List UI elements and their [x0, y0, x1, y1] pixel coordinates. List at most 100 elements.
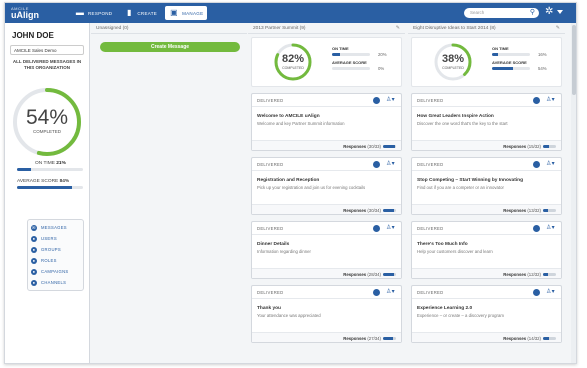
globe-icon[interactable]	[533, 289, 540, 296]
assign-user-icon[interactable]: ♙▾	[386, 224, 395, 231]
responses-bar-fill	[543, 337, 549, 340]
responses-text: Responses (30/34)	[343, 208, 381, 213]
message-description: Find out if you are a competer or an inn…	[417, 185, 504, 190]
column-header: Eight Disruptive Ideas to Start 2014 (8)…	[408, 23, 565, 34]
sidebar-item-campaigns[interactable]: ● CAMPAIGNS	[28, 266, 83, 277]
globe-icon[interactable]	[373, 161, 380, 168]
assign-user-icon[interactable]: ♙▾	[546, 224, 555, 231]
org-avg-score-bar-fill	[17, 186, 73, 189]
message-card[interactable]: DELIVERED ♙▾ There's Too Much Info Help y…	[411, 221, 562, 279]
assign-user-icon[interactable]: ♙▾	[386, 160, 395, 167]
assign-user-icon[interactable]: ♙▾	[546, 160, 555, 167]
app-logo[interactable]: AMCILE uAlign	[5, 6, 67, 20]
on-time-bar	[332, 53, 370, 56]
on-time-value: 20%	[378, 52, 387, 57]
responses-count: (14/32)	[527, 336, 541, 341]
card-header: DELIVERED ♙▾	[412, 158, 561, 171]
sidebar: JOHN DOE AMCILE Sales Demo ALL DELIVERED…	[5, 23, 90, 363]
responses-label: Responses	[343, 208, 367, 213]
nav-respond[interactable]: ▬ RESPOND	[71, 6, 116, 20]
sidebar-item-messages[interactable]: ✉ MESSAGES	[28, 222, 83, 233]
avg-score-bar-fill	[492, 67, 513, 70]
responses-bar-fill	[543, 145, 550, 148]
organization-select[interactable]: AMCILE Sales Demo	[10, 45, 84, 55]
create-message-button[interactable]: Create Message	[100, 42, 240, 52]
nav-manage[interactable]: ▣ MANAGE	[165, 6, 208, 20]
sidebar-item-label: CAMPAIGNS	[41, 269, 69, 274]
globe-icon[interactable]	[533, 97, 540, 104]
status-badge: DELIVERED	[257, 289, 284, 295]
message-card[interactable]: DELIVERED ♙▾ Experience Learning 2.0 Expe…	[411, 285, 562, 343]
card-header: DELIVERED ♙▾	[412, 94, 561, 107]
assign-user-icon[interactable]: ♙▾	[386, 288, 395, 295]
org-avg-score-bar	[17, 186, 83, 189]
nav-manage-label: MANAGE	[182, 10, 204, 16]
sidebar-item-users[interactable]: ● USERS	[28, 233, 83, 244]
responses-row: Responses (28/34)	[252, 268, 401, 278]
nav-create-label: CREATE	[137, 10, 158, 16]
message-description: Experience – or create – a discovery pro…	[417, 313, 504, 318]
sidebar-item-roles[interactable]: ● ROLES	[28, 255, 83, 266]
status-badge: DELIVERED	[417, 161, 444, 167]
responses-row: Responses (15/32)	[412, 140, 561, 150]
campaign-completed-percent: 38%	[441, 53, 465, 65]
globe-icon[interactable]	[533, 225, 540, 232]
message-title: Stop Competing – Start Winning by Innova…	[417, 178, 524, 183]
org-on-time-bar	[17, 168, 83, 171]
globe-icon[interactable]	[373, 97, 380, 104]
responses-row: Responses (12/32)	[412, 268, 561, 278]
status-badge: DELIVERED	[257, 161, 284, 167]
card-header: DELIVERED ♙▾	[412, 222, 561, 235]
status-badge: DELIVERED	[257, 97, 284, 103]
responses-row: Responses (14/32)	[412, 332, 561, 342]
message-card[interactable]: DELIVERED ♙▾ Thank you Your attendance wa…	[251, 285, 402, 343]
responses-bar-fill	[543, 273, 548, 276]
avg-score-value: 54%	[538, 66, 547, 71]
responses-label: Responses	[503, 272, 527, 277]
status-badge: DELIVERED	[257, 225, 284, 231]
message-card[interactable]: DELIVERED ♙▾ How Great Leaders Inspire Ac…	[411, 93, 562, 151]
sidebar-item-groups[interactable]: ● GROUPS	[28, 244, 83, 255]
scrollbar-thumb[interactable]	[572, 25, 576, 95]
nav-create[interactable]: ▮ CREATE	[120, 6, 161, 20]
globe-icon[interactable]	[373, 225, 380, 232]
responses-count: (30/34)	[367, 208, 381, 213]
logo-product: uAlign	[11, 9, 39, 20]
gear-icon[interactable]: ✲	[545, 6, 553, 18]
responses-row: Responses (30/33)	[252, 140, 401, 150]
message-description: Discover the one word that's the key to …	[417, 121, 508, 126]
message-card[interactable]: DELIVERED ♙▾ Dinner Details Information r…	[251, 221, 402, 279]
column-header: Unassigned (0)	[91, 23, 247, 34]
responses-text: Responses (28/34)	[343, 272, 381, 277]
org-avg-score-label: AVERAGE SCORE	[17, 179, 59, 184]
chevron-down-icon[interactable]	[557, 10, 563, 14]
vertical-scrollbar[interactable]	[571, 23, 576, 363]
edit-icon[interactable]: ✎	[396, 25, 400, 31]
sidebar-item-channels[interactable]: ● CHANNELS	[28, 277, 83, 288]
avg-score-label: AVERAGE SCORE	[492, 60, 527, 65]
on-time-bar-fill	[332, 53, 340, 56]
edit-icon[interactable]: ✎	[556, 25, 560, 31]
campaign-icon: ●	[31, 268, 37, 275]
channel-icon: ●	[31, 279, 37, 286]
assign-user-icon[interactable]: ♙▾	[546, 96, 555, 103]
column-title: Unassigned (0)	[96, 25, 129, 31]
globe-icon[interactable]	[373, 289, 380, 296]
message-card[interactable]: DELIVERED ♙▾ Welcome to AMCILE uAlign Wel…	[251, 93, 402, 151]
search-input[interactable]: Search ⚲	[464, 8, 539, 18]
assign-user-icon[interactable]: ♙▾	[546, 288, 555, 295]
message-title: Dinner Details	[257, 242, 290, 247]
on-time-value: 16%	[538, 52, 547, 57]
status-badge: DELIVERED	[417, 289, 444, 295]
globe-icon[interactable]	[533, 161, 540, 168]
responses-bar-fill	[383, 337, 394, 340]
column-header: 2013 Partner Summit (9) ✎	[248, 23, 405, 34]
search-icon[interactable]: ⚲	[530, 8, 535, 16]
message-card[interactable]: DELIVERED ♙▾ Registration and Reception P…	[251, 157, 402, 215]
assign-user-icon[interactable]: ♙▾	[386, 96, 395, 103]
user-icon: ●	[31, 235, 37, 242]
message-card[interactable]: DELIVERED ♙▾ Stop Competing – Start Winni…	[411, 157, 562, 215]
on-time-label: ON TIME	[332, 46, 349, 51]
responses-label: Responses	[343, 144, 367, 149]
responses-bar-fill	[383, 209, 395, 212]
